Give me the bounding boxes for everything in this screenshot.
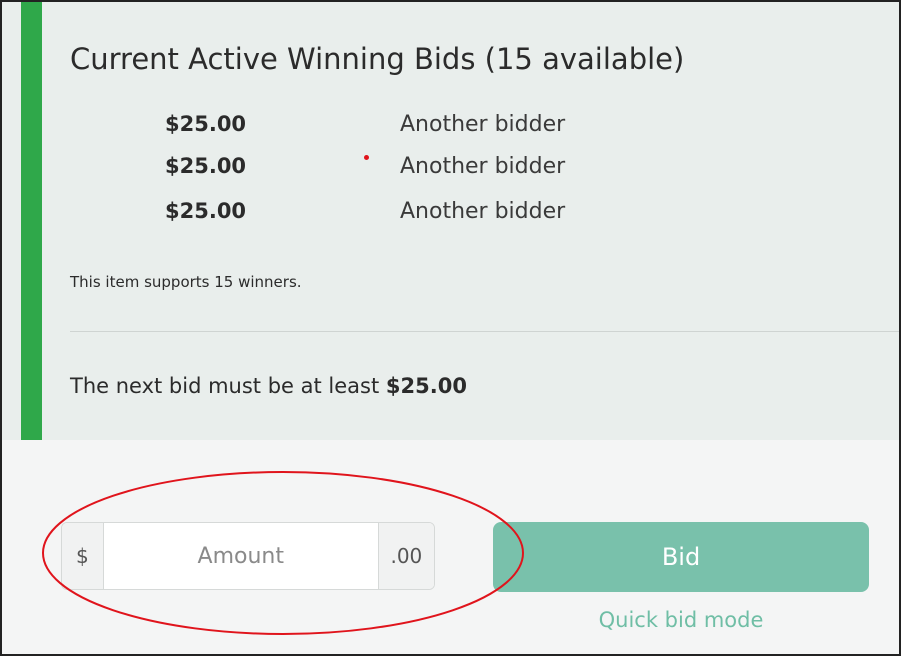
bid-row: $25.00 Another bidder <box>165 112 645 142</box>
bid-button[interactable]: Bid <box>493 522 869 592</box>
accent-bar <box>21 2 42 440</box>
bidder-name: Another bidder <box>400 154 566 179</box>
bid-amount: $25.00 <box>165 199 247 223</box>
bid-widget: Current Active Winning Bids (15 availabl… <box>0 0 901 656</box>
winning-bids-panel: Current Active Winning Bids (15 availabl… <box>2 2 899 440</box>
amount-input[interactable] <box>103 523 378 589</box>
panel-title: Current Active Winning Bids (15 availabl… <box>70 42 685 76</box>
next-bid-notice: The next bid must be at least $25.00 <box>70 374 467 398</box>
red-dot-mark <box>364 155 369 160</box>
amount-input-group: $ .00 <box>61 522 435 590</box>
bidder-name: Another bidder <box>400 199 566 224</box>
bid-row: $25.00 Another bidder <box>165 199 645 229</box>
bidder-name: Another bidder <box>400 112 566 137</box>
winners-note: This item supports 15 winners. <box>70 273 302 291</box>
next-bid-label: The next bid must be at least <box>70 374 380 398</box>
next-bid-amount: $25.00 <box>385 374 467 398</box>
quick-bid-mode-link[interactable]: Quick bid mode <box>493 608 869 632</box>
divider <box>70 331 899 332</box>
bid-amount: $25.00 <box>165 154 247 178</box>
bid-amount: $25.00 <box>165 112 247 136</box>
bid-row: $25.00 Another bidder <box>165 154 645 184</box>
cents-suffix: .00 <box>377 523 434 589</box>
bid-form: $ .00 Bid Quick bid mode <box>2 440 899 654</box>
currency-symbol: $ <box>62 523 104 589</box>
